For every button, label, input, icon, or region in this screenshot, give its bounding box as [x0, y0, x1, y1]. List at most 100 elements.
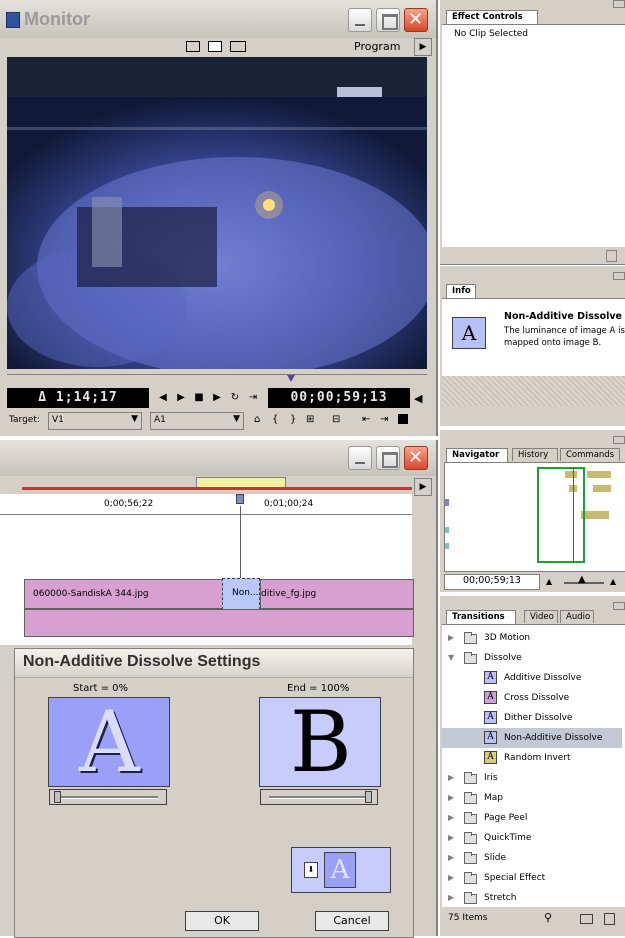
- transition-label: Iris: [484, 773, 498, 783]
- insert-icon[interactable]: ⊞: [306, 414, 314, 425]
- navigator-timecode[interactable]: 00;00;59;13: [444, 574, 540, 590]
- transition-item[interactable]: A Additive Dissolve: [442, 668, 622, 688]
- tab-effect-controls[interactable]: Effect Controls: [446, 10, 538, 24]
- prev-edit-icon[interactable]: ⇤: [362, 414, 370, 425]
- mark-out-icon[interactable]: }: [290, 414, 296, 425]
- speaker-icon[interactable]: ◀: [414, 392, 422, 405]
- navigator-view[interactable]: [444, 462, 625, 572]
- loop-icon[interactable]: ↻: [228, 391, 242, 405]
- close-icon: ✕: [408, 9, 424, 30]
- next-edit-icon[interactable]: ⇥: [380, 414, 388, 425]
- target-video-select[interactable]: V1 ▼: [48, 412, 142, 430]
- zoom-in-icon[interactable]: ▲: [610, 577, 616, 586]
- collapsed-arrow-icon[interactable]: ▶: [448, 848, 454, 868]
- tab-commands[interactable]: Commands: [560, 448, 620, 461]
- play-in-out-icon[interactable]: ⇥: [246, 391, 260, 405]
- trash-icon[interactable]: [606, 250, 617, 262]
- step-forward-icon[interactable]: ▶: [174, 391, 188, 405]
- effect-status: No Clip Selected: [454, 29, 528, 39]
- zoom-thumb-icon[interactable]: ▲: [578, 574, 586, 585]
- trim-view-icon[interactable]: [230, 41, 246, 52]
- transition-folder[interactable]: ▶ Slide: [442, 848, 622, 868]
- scrubber-playhead[interactable]: [287, 375, 295, 382]
- track-clip-b[interactable]: ditive_fg.jpg: [260, 579, 414, 609]
- nav-clip-b: [587, 471, 611, 478]
- transition-folder[interactable]: ▶ 3D Motion: [442, 628, 622, 648]
- tab-video[interactable]: Video: [524, 610, 558, 623]
- track-clip-a[interactable]: 060000-SandiskA 344.jpg: [24, 579, 224, 609]
- timeline-menu-button[interactable]: ▶: [414, 478, 432, 496]
- transition-folder[interactable]: ▶ Special Effect: [442, 868, 622, 888]
- nav-viewport[interactable]: [537, 467, 585, 563]
- end-slider-thumb[interactable]: [365, 791, 372, 803]
- step-back-icon[interactable]: ◀: [156, 391, 170, 405]
- transition-icon: A: [484, 731, 497, 744]
- scrubber-bar[interactable]: [7, 374, 427, 385]
- mark-in-icon[interactable]: {: [272, 414, 278, 425]
- tab-history[interactable]: History: [512, 448, 558, 461]
- find-icon[interactable]: ⚲: [544, 911, 552, 924]
- transition-item[interactable]: A Cross Dissolve: [442, 688, 622, 708]
- ok-button[interactable]: OK: [185, 911, 259, 931]
- close-button[interactable]: ✕: [404, 446, 428, 470]
- maximize-button[interactable]: [376, 8, 400, 32]
- time-ruler[interactable]: 0;00;56;22 0;01;00;24: [0, 494, 412, 515]
- close-button[interactable]: ✕: [404, 8, 428, 32]
- collapsed-arrow-icon[interactable]: ▶: [448, 628, 454, 648]
- tab-transitions[interactable]: Transitions: [446, 610, 516, 624]
- expanded-arrow-icon[interactable]: ▼: [448, 648, 454, 668]
- collapsed-arrow-icon[interactable]: ▶: [448, 788, 454, 808]
- transition-label: Dither Dissolve: [504, 713, 573, 723]
- new-folder-icon[interactable]: [580, 914, 593, 924]
- lift-icon[interactable]: ⌂: [254, 414, 260, 425]
- transition-folder[interactable]: ▶ Iris: [442, 768, 622, 788]
- folder-icon: [464, 652, 477, 664]
- panel-close-icon[interactable]: [613, 602, 625, 610]
- transition-folder[interactable]: ▶ Map: [442, 788, 622, 808]
- export-frame-icon[interactable]: [398, 414, 408, 424]
- direction-arrow-icon[interactable]: ⬇: [304, 862, 318, 878]
- play-icon[interactable]: ▶: [210, 391, 224, 405]
- cancel-button[interactable]: Cancel: [315, 911, 389, 931]
- stop-icon[interactable]: ■: [192, 391, 206, 405]
- target-audio-select[interactable]: A1 ▼: [150, 412, 244, 430]
- info-hatch: [442, 376, 625, 406]
- transition-preview-thumbnail[interactable]: ⬇ A: [291, 847, 391, 893]
- transition-folder[interactable]: ▶ Page Peel: [442, 808, 622, 828]
- tab-navigator[interactable]: Navigator: [446, 448, 508, 462]
- collapsed-arrow-icon[interactable]: ▶: [448, 868, 454, 888]
- start-slider-thumb[interactable]: [54, 791, 61, 803]
- monitor-window: Monitor ✕ Program ▶ Δ 1;14;17 ◀ ▶ ■ ▶ ↻ …: [0, 0, 438, 436]
- panel-close-icon[interactable]: [613, 0, 625, 8]
- nav-clip-c: [593, 485, 611, 492]
- minimize-button[interactable]: [348, 8, 372, 32]
- maximize-button[interactable]: [376, 446, 400, 470]
- end-slider[interactable]: [260, 789, 378, 805]
- time-mark: 0;00;56;22: [104, 499, 154, 509]
- collapsed-arrow-icon[interactable]: ▶: [448, 828, 454, 848]
- transition-folder[interactable]: ▶ Stretch: [442, 888, 622, 907]
- panel-close-icon[interactable]: [613, 272, 625, 280]
- transition-folder[interactable]: ▼ Dissolve: [442, 648, 622, 668]
- dual-view-icon[interactable]: [186, 41, 200, 52]
- transition-item[interactable]: A Non-Additive Dissolve: [442, 728, 622, 748]
- zoom-out-icon[interactable]: ▲: [546, 577, 552, 586]
- transition-folder[interactable]: ▶ QuickTime: [442, 828, 622, 848]
- panel-close-icon[interactable]: [613, 436, 625, 444]
- edit-line-marker[interactable]: [236, 494, 244, 504]
- transition-item[interactable]: A Random Invert: [442, 748, 622, 768]
- collapsed-arrow-icon[interactable]: ▶: [448, 808, 454, 828]
- transition-item[interactable]: A Dither Dissolve: [442, 708, 622, 728]
- tab-audio[interactable]: Audio: [560, 610, 594, 623]
- start-slider[interactable]: [49, 789, 167, 805]
- transitions-list: ▶ 3D Motion ▼ Dissolve A Additive Dissolve A Cr…: [442, 624, 625, 907]
- single-view-icon[interactable]: [208, 41, 222, 52]
- overlay-icon[interactable]: ⊟: [332, 414, 340, 425]
- tab-info[interactable]: Info: [446, 284, 476, 298]
- minimize-button[interactable]: [348, 446, 372, 470]
- collapsed-arrow-icon[interactable]: ▶: [448, 768, 454, 788]
- trash-icon[interactable]: [604, 913, 615, 925]
- collapsed-arrow-icon[interactable]: ▶: [448, 888, 454, 907]
- monitor-menu-button[interactable]: ▶: [414, 38, 432, 56]
- track-lower[interactable]: [24, 609, 414, 637]
